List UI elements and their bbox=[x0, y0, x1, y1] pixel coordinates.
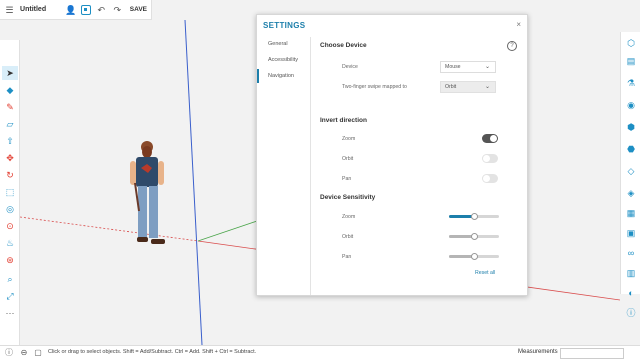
settings-nav: General Accessibility Navigation bbox=[257, 37, 311, 295]
zoom-icon[interactable]: ⌕ bbox=[2, 272, 18, 286]
info-status-icon[interactable]: ⓘ bbox=[4, 348, 14, 358]
scale-figure-image bbox=[130, 141, 165, 244]
layers-icon[interactable]: ▥ bbox=[624, 266, 638, 280]
info-icon[interactable]: ⓘ bbox=[624, 306, 638, 320]
orbit-icon[interactable]: ⊛ bbox=[2, 253, 18, 267]
status-hint: Click or drag to select objects. Shift =… bbox=[48, 349, 257, 355]
settings-title: SETTINGS bbox=[263, 21, 306, 30]
paint-icon[interactable]: ♨ bbox=[2, 236, 18, 250]
swipe-select[interactable]: Orbit ⌄ bbox=[440, 81, 496, 93]
nav-item-navigation[interactable]: Navigation bbox=[257, 69, 311, 83]
slider-thumb[interactable] bbox=[470, 232, 478, 240]
close-icon[interactable]: × bbox=[516, 20, 521, 29]
zoom-extents-icon[interactable]: ⤢ bbox=[2, 289, 18, 303]
sensitivity-zoom-slider[interactable] bbox=[449, 212, 499, 220]
entity-info-icon[interactable]: ⬡ bbox=[624, 36, 638, 50]
redo-icon[interactable]: ↷ bbox=[112, 4, 123, 16]
save-button[interactable]: SAVE bbox=[130, 6, 147, 13]
view-icon[interactable]: ∞ bbox=[624, 246, 638, 260]
status-bar: ⓘ ⊖ ▢ Click or drag to select objects. S… bbox=[0, 345, 640, 360]
offset-icon[interactable]: ◎ bbox=[2, 202, 18, 216]
invert-orbit-label: Orbit bbox=[342, 156, 354, 162]
pencil-icon[interactable]: ✎ bbox=[2, 100, 18, 114]
left-toolbar: ➤ ◆ ✎ ▱ ⇧ ✥ ↻ ⬚ ◎ ⊙ ♨ ⊛ ⌕ ⤢ ⋯ bbox=[0, 40, 20, 345]
eraser-icon[interactable]: ◆ bbox=[2, 83, 18, 97]
green-axis-line bbox=[197, 219, 261, 242]
device-select-value: Mouse bbox=[445, 64, 461, 70]
slider-thumb[interactable] bbox=[470, 212, 478, 220]
outliner-icon[interactable]: ⬣ bbox=[624, 142, 638, 156]
top-bar: ☰ Untitled 👤 ↶ ↷ SAVE bbox=[0, 0, 152, 20]
materials-icon[interactable]: ◉ bbox=[624, 98, 638, 112]
sensitivity-orbit-label: Orbit bbox=[342, 234, 354, 240]
rectangle-icon[interactable]: ▱ bbox=[2, 117, 18, 131]
device-label: Device bbox=[342, 64, 358, 70]
invert-orbit-toggle[interactable] bbox=[482, 154, 498, 163]
sensitivity-zoom-label: Zoom bbox=[342, 214, 356, 220]
styles-icon[interactable]: ⚗ bbox=[624, 76, 638, 90]
undo-icon[interactable]: ↶ bbox=[96, 4, 107, 16]
chevron-down-icon: ⌄ bbox=[484, 64, 490, 70]
invert-zoom-toggle[interactable] bbox=[482, 134, 498, 143]
scenes-icon[interactable] bbox=[81, 4, 91, 15]
more-icon[interactable]: ⋯ bbox=[2, 306, 18, 320]
settings-content: Choose Device ? Device Mouse ⌄ Two-finge… bbox=[312, 37, 527, 295]
right-toolbar: ⬡ ▤ ⚗ ◉ ⬢ ⬣ ◇ ◈ ▦ ▣ ∞ ▥ ◐ ⓘ bbox=[620, 32, 640, 318]
settings-dialog: SETTINGS × General Accessibility Navigat… bbox=[256, 14, 528, 296]
measurements-label: Measurements bbox=[518, 349, 558, 355]
scale-icon[interactable]: ⬚ bbox=[2, 185, 18, 199]
pointer-status-icon[interactable]: ▢ bbox=[33, 348, 43, 358]
sensitivity-pan-label: Pan bbox=[342, 254, 352, 260]
push-pull-icon[interactable]: ⇧ bbox=[2, 134, 18, 148]
slider-thumb[interactable] bbox=[470, 252, 478, 260]
invert-pan-toggle[interactable] bbox=[482, 174, 498, 183]
components-icon[interactable]: ⬢ bbox=[624, 120, 638, 134]
sensitivity-orbit-slider[interactable] bbox=[449, 232, 499, 240]
invert-direction-heading: Invert direction bbox=[320, 117, 367, 124]
scenes-panel-icon[interactable]: ◈ bbox=[624, 186, 638, 200]
reset-all-link[interactable]: Reset all bbox=[475, 270, 495, 276]
move-icon[interactable]: ✥ bbox=[2, 151, 18, 165]
help-icon[interactable]: ? bbox=[507, 41, 517, 51]
rotate-icon[interactable]: ↻ bbox=[2, 168, 18, 182]
nav-item-accessibility[interactable]: Accessibility bbox=[257, 53, 311, 67]
swipe-select-value: Orbit bbox=[445, 84, 457, 90]
display-icon[interactable]: ▣ bbox=[624, 226, 638, 240]
device-sensitivity-heading: Device Sensitivity bbox=[320, 194, 376, 201]
tags-icon[interactable]: ◇ bbox=[624, 164, 638, 178]
chevron-down-icon: ⌄ bbox=[484, 84, 490, 90]
measurements-input[interactable] bbox=[560, 348, 624, 359]
user-status-icon[interactable]: ⊖ bbox=[19, 348, 29, 358]
sensitivity-pan-slider[interactable] bbox=[449, 252, 499, 260]
document-title: Untitled bbox=[20, 6, 47, 13]
invert-pan-label: Pan bbox=[342, 176, 352, 182]
device-select[interactable]: Mouse ⌄ bbox=[440, 61, 496, 73]
tape-measure-icon[interactable]: ⊙ bbox=[2, 219, 18, 233]
select-icon[interactable]: ➤ bbox=[2, 66, 18, 80]
nav-item-general[interactable]: General bbox=[257, 37, 311, 51]
instructor-icon[interactable]: ▤ bbox=[624, 54, 638, 68]
swipe-label: Two-finger swipe mapped to bbox=[342, 84, 407, 90]
invert-zoom-label: Zoom bbox=[342, 136, 356, 142]
menu-icon[interactable]: ☰ bbox=[4, 4, 15, 16]
shadows-icon[interactable]: ▦ bbox=[624, 206, 638, 220]
soften-icon[interactable]: ◐ bbox=[624, 286, 638, 300]
choose-device-heading: Choose Device bbox=[320, 42, 367, 49]
blue-axis-line bbox=[184, 19, 203, 346]
user-icon[interactable]: 👤 bbox=[65, 4, 76, 16]
